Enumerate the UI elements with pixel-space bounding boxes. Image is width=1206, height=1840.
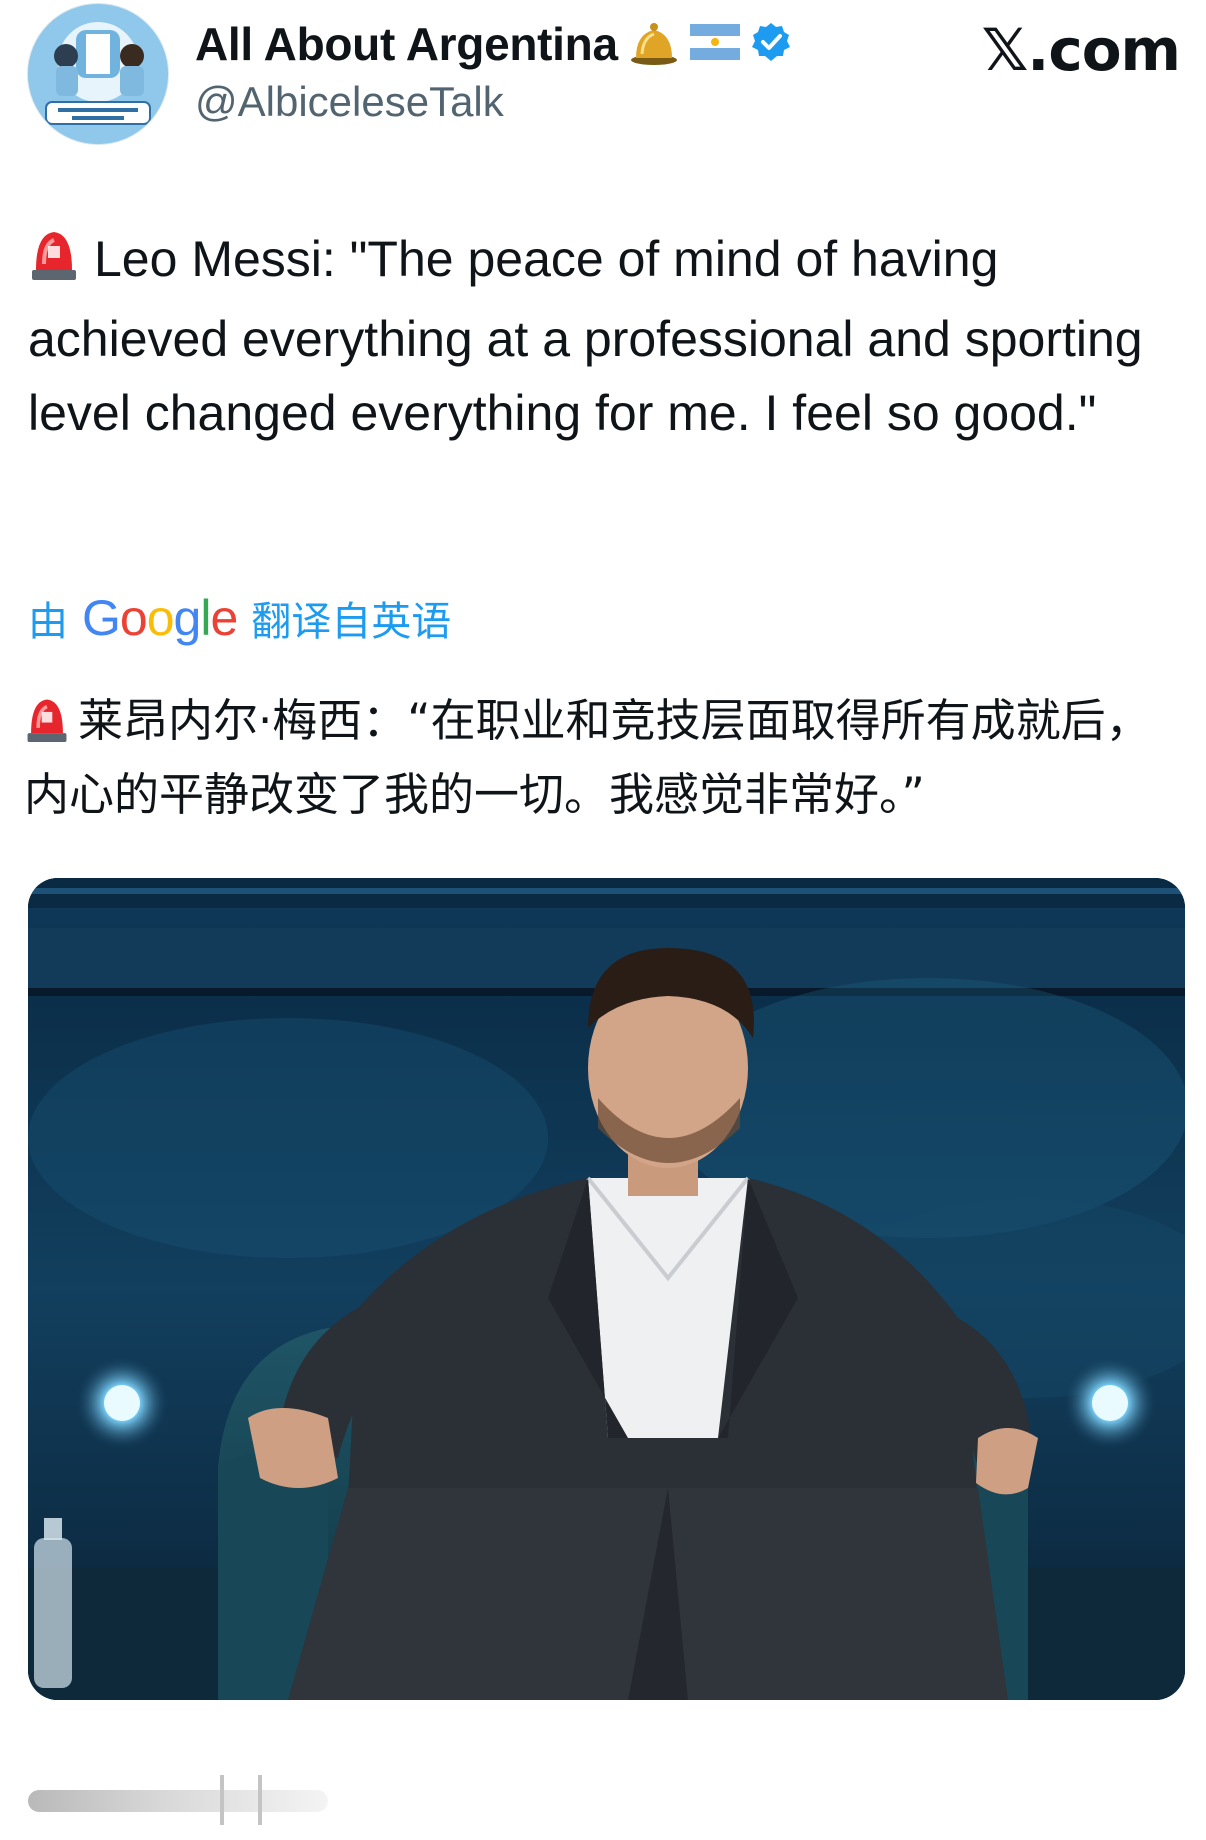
police-siren-icon bbox=[24, 694, 70, 762]
translated-from-label[interactable]: 翻译自英语 bbox=[251, 589, 451, 647]
translated-text: 莱昂内尔·梅西：“在职业和竞技层面取得所有成就后，内心的平静改变了我的一切。我感… bbox=[24, 688, 1184, 828]
police-siren-icon bbox=[28, 226, 80, 302]
google-logo: Google bbox=[82, 590, 238, 646]
divider bbox=[220, 1775, 224, 1825]
translate-attribution[interactable]: 由 Google 翻译自英语 bbox=[28, 588, 451, 648]
verified-badge-icon bbox=[750, 21, 792, 68]
man-in-dark-suit-seated-on-stage-photo bbox=[28, 878, 1185, 1700]
tweet-media-photo[interactable] bbox=[28, 878, 1185, 1700]
team-crest-avatar bbox=[28, 4, 168, 144]
display-name[interactable]: All About Argentina bbox=[195, 17, 618, 71]
divider bbox=[258, 1775, 262, 1825]
author-handle[interactable]: @AlbiceleseTalk bbox=[195, 78, 504, 126]
tweet-body: Leo Messi: "The peace of mind of having … bbox=[28, 231, 1143, 441]
translated-by-label: 由 bbox=[28, 599, 68, 645]
progress-bar bbox=[28, 1790, 328, 1812]
bell-icon bbox=[628, 16, 680, 73]
argentina-flag-icon bbox=[689, 23, 740, 65]
author-name-row[interactable]: All About Argentina bbox=[195, 14, 792, 74]
translated-body: 莱昂内尔·梅西：“在职业和竞技层面取得所有成就后，内心的平静改变了我的一切。我感… bbox=[24, 694, 1151, 821]
avatar[interactable] bbox=[28, 4, 168, 144]
tweet-text: Leo Messi: "The peace of mind of having … bbox=[28, 222, 1178, 450]
x-brand-logo: 𝕏.com bbox=[981, 16, 1181, 84]
